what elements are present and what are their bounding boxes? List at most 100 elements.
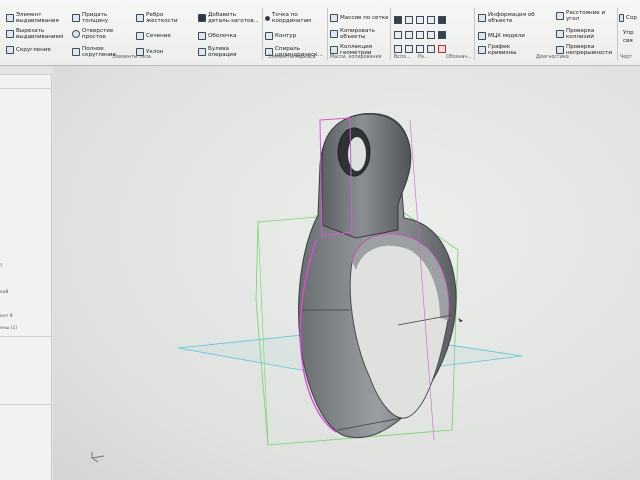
grid-pattern-icon	[330, 14, 338, 22]
pencil-icon[interactable]	[394, 45, 402, 53]
manage-button[interactable]: Упр	[623, 30, 634, 36]
group-divider	[390, 8, 391, 60]
ribbon-col-body-2: Придать толщину Отверстие простое Полное…	[72, 8, 134, 58]
thicken-label: Придать толщину	[82, 12, 109, 24]
fillet-icon	[6, 46, 14, 54]
fillet-button[interactable]: Скругление	[6, 46, 51, 54]
table-icon[interactable]	[427, 31, 435, 39]
continuity-check-label: Проверка непрерывности	[566, 44, 613, 56]
copy-objects-button[interactable]: Копировать объекты	[330, 28, 375, 40]
section-button[interactable]: Сечение	[136, 32, 171, 40]
ribbon-col-body-3: Ребро жесткости Сечение Уклон	[136, 8, 194, 58]
layers-icon[interactable]	[416, 31, 424, 39]
panel-divider	[0, 74, 52, 75]
clamp-3d-model[interactable]	[53, 66, 640, 480]
axis-icon[interactable]	[405, 16, 413, 24]
cut-extrude-icon	[6, 30, 14, 38]
collision-icon	[556, 30, 564, 38]
hole-icon	[72, 30, 80, 38]
mass-properties-button[interactable]: МЦХ модели	[478, 32, 525, 40]
rib-button[interactable]: Ребро жесткости	[136, 12, 178, 24]
distance-icon	[556, 12, 564, 20]
ribbon-col-body-1: Элемент выдавливания Вырезать выдавливан…	[6, 8, 70, 58]
full-fillet-button[interactable]: Полное скругление	[72, 46, 116, 58]
add-blank-part-button[interactable]: Добавить деталь-заготов...	[198, 12, 259, 24]
surface-icon[interactable]	[438, 16, 446, 24]
group-divider	[474, 8, 475, 60]
ribbon: Элемент выдавливания Вырезать выдавливан…	[0, 0, 640, 66]
plane-icon[interactable]	[394, 16, 402, 24]
dimension-icon[interactable]	[427, 16, 435, 24]
group-label-designations: Обознач...	[446, 55, 472, 60]
cursor-icon	[458, 318, 463, 322]
group-label-aux: Вспо...	[394, 55, 411, 60]
ribbon-col-drawing: Сор Упр свя	[619, 8, 640, 58]
tree-item[interactable]: ?	[0, 264, 2, 269]
boolean-button[interactable]: Булева операция	[198, 46, 236, 58]
gear-icon[interactable]	[405, 31, 413, 39]
add-blank-part-label: Добавить деталь-заготов...	[208, 12, 259, 24]
sort-button[interactable]: Сор	[619, 14, 637, 22]
tree-item[interactable]: ент 9	[0, 314, 13, 319]
extrude-icon	[6, 14, 14, 22]
extrude-label: Элемент выдавливания	[16, 12, 59, 24]
simple-hole-label: Отверстие простое	[82, 28, 114, 40]
section-label: Сечение	[146, 33, 171, 39]
red-mark-icon[interactable]	[438, 45, 446, 53]
contour-button[interactable]: Контур	[265, 32, 296, 40]
point-by-coordinates-button[interactable]: Точка по координатам	[265, 12, 311, 24]
simple-hole-button[interactable]: Отверстие простое	[72, 28, 113, 40]
extrude-button[interactable]: Элемент выдавливания	[6, 12, 59, 24]
tree-item[interactable]: ены (1)	[0, 326, 17, 331]
contour-icon	[265, 32, 273, 40]
thicken-icon	[72, 14, 80, 22]
ribbon-col-frame: Точка по координатам Контур Спираль цили…	[265, 8, 327, 58]
aux-icons-row-3	[394, 45, 446, 53]
curvature-graph-label: График кривизны	[488, 44, 517, 56]
text-icon[interactable]	[438, 31, 446, 39]
group-label-body: Элементы тела	[112, 55, 151, 60]
panel-divider	[0, 404, 52, 405]
clamp-lug[interactable]	[321, 113, 412, 239]
manage-label: Упр	[623, 30, 634, 36]
grid-pattern-button[interactable]: Массив по сетке	[330, 14, 389, 22]
curvature-graph-button[interactable]: График кривизны	[478, 44, 517, 56]
thicken-button[interactable]: Придать толщину	[72, 12, 108, 24]
group-label-diagnostics: Диагностика	[536, 55, 569, 60]
group-label-drawing: Черт	[620, 55, 633, 60]
boolean-label: Булева операция	[208, 46, 237, 58]
links-button[interactable]: свя	[623, 38, 633, 44]
line-icon[interactable]	[394, 31, 402, 39]
full-fillet-label: Полное скругление	[82, 46, 117, 58]
measure-icon[interactable]	[405, 45, 413, 53]
full-fillet-icon	[72, 48, 80, 56]
tree-item[interactable]: ка8	[0, 290, 8, 295]
add-part-icon	[198, 14, 206, 22]
boolean-icon	[198, 48, 206, 56]
copy-icon	[330, 30, 338, 38]
point-icon	[265, 15, 270, 21]
bounding-box-edge	[257, 221, 269, 446]
model-viewport[interactable]	[53, 66, 640, 480]
contour-label: Контур	[275, 33, 297, 39]
curvature-icon	[478, 46, 486, 54]
sketch-icon[interactable]	[416, 16, 424, 24]
point-by-coordinates-label: Точка по координатам	[272, 12, 312, 24]
group-label-copy: Масси. копирования	[330, 55, 382, 60]
collision-check-button[interactable]: Проверка коллизий	[556, 28, 594, 40]
group-divider	[327, 8, 328, 60]
shell-button[interactable]: Оболочка	[198, 32, 236, 40]
shell-icon	[198, 32, 206, 40]
rib-icon	[136, 14, 144, 22]
object-info-label: Информация об объекте	[488, 12, 535, 24]
mark-icon[interactable]	[416, 45, 424, 53]
aux-icons-row-1	[394, 16, 446, 24]
distance-angle-button[interactable]: Расстояние и угол	[556, 10, 605, 22]
object-info-button[interactable]: Информация об объекте	[478, 12, 535, 24]
panel-divider	[0, 336, 52, 337]
continuity-icon	[556, 46, 564, 54]
sort-icon	[619, 14, 624, 22]
cut-extrude-button[interactable]: Вырезать выдавливанием	[6, 28, 63, 40]
thread-icon[interactable]	[427, 45, 435, 53]
collision-check-label: Проверка коллизий	[566, 28, 595, 40]
